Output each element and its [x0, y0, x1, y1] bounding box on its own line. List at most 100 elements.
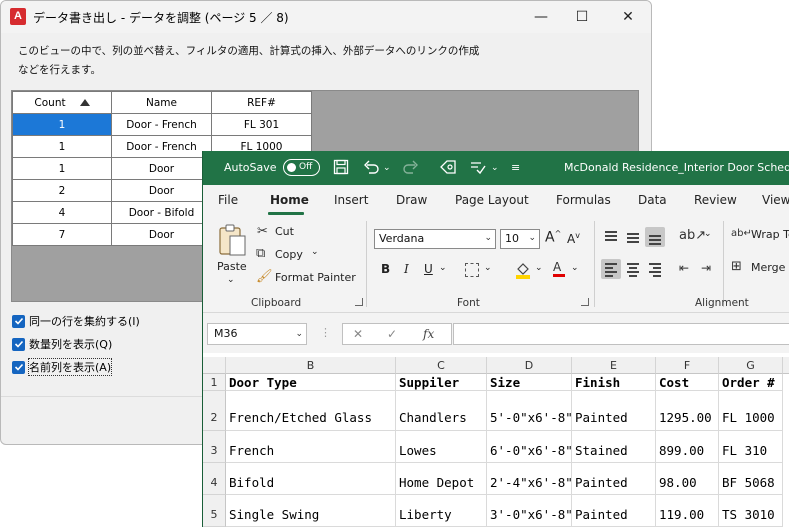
cell[interactable]: Suppiler [396, 374, 487, 391]
copy-button[interactable]: Copy [275, 248, 303, 261]
column-header[interactable]: F [656, 357, 719, 374]
wrap-text-icon[interactable]: ab↵ [731, 226, 752, 242]
merge-center-icon[interactable]: ⊞ [731, 259, 742, 275]
paste-button[interactable]: Paste [217, 260, 247, 273]
increase-indent-icon[interactable]: ⇥ [701, 260, 711, 276]
cell[interactable]: Order # [719, 374, 783, 391]
checkbox-checked-icon[interactable] [12, 360, 25, 374]
grid-cell[interactable]: Door - Bifold [111, 201, 212, 224]
grid-cell[interactable]: Door - French [111, 113, 212, 136]
touch-mode-icon[interactable] [439, 159, 457, 177]
fill-color-dropdown-icon[interactable]: ⌄ [535, 263, 543, 273]
tab-formulas[interactable]: Formulas [556, 193, 611, 207]
cut-icon[interactable]: ✂ [257, 224, 268, 240]
grid-cell[interactable]: 7 [12, 223, 112, 246]
insert-function-icon[interactable]: fx [423, 327, 434, 341]
checkbox-checked-icon[interactable] [12, 337, 25, 351]
cell[interactable]: Chandlers [396, 391, 487, 431]
cell[interactable]: Lowes [396, 431, 487, 463]
tab-draw[interactable]: Draw [396, 193, 427, 207]
grid-cell[interactable]: 1 [12, 135, 112, 158]
cell[interactable]: Cost [656, 374, 719, 391]
grid-cell[interactable]: Door [111, 157, 212, 180]
font-launcher-icon[interactable] [581, 298, 589, 306]
font-color-icon[interactable]: A [553, 260, 567, 278]
cell[interactable]: Size [487, 374, 572, 391]
cell[interactable]: TS 3010 [719, 495, 783, 527]
cut-button[interactable]: Cut [275, 225, 294, 238]
underline-dropdown-icon[interactable]: ⌄ [439, 263, 447, 273]
cell[interactable]: Bifold [226, 463, 396, 495]
wrap-text-button[interactable]: Wrap Te [751, 228, 789, 241]
column-header[interactable] [783, 357, 789, 374]
column-header[interactable]: B [226, 357, 396, 374]
borders-icon[interactable] [465, 263, 479, 277]
minimize-button[interactable]: — [526, 5, 556, 29]
show-count-column-checkbox[interactable]: 数量列を表示(Q) [12, 336, 112, 352]
column-header-name[interactable]: Name [111, 91, 212, 114]
cell[interactable]: 119.00 [656, 495, 719, 527]
tab-view[interactable]: View [762, 193, 789, 207]
dropdown-icon[interactable]: ⌄ [491, 159, 499, 177]
cell[interactable]: 6'-0"x6'-8" [487, 431, 572, 463]
undo-icon[interactable] [363, 159, 381, 177]
close-button[interactable]: ✕ [613, 5, 643, 29]
cell[interactable]: Finish [572, 374, 656, 391]
cancel-icon[interactable]: ✕ [353, 327, 363, 341]
tab-data[interactable]: Data [638, 193, 667, 207]
paste-icon[interactable] [217, 223, 247, 257]
cell[interactable]: Home Depot [396, 463, 487, 495]
cell[interactable]: Door Type [226, 374, 396, 391]
tab-file[interactable]: File [218, 193, 238, 207]
tab-review[interactable]: Review [694, 193, 737, 207]
cell[interactable]: French/Etched Glass [226, 391, 396, 431]
grid-cell[interactable]: Door [111, 223, 212, 246]
grid-row[interactable]: 1 Door - French FL 301 [12, 113, 312, 136]
cell[interactable]: 2'-4"x6'-8" [487, 463, 572, 495]
cell[interactable]: Painted [572, 495, 656, 527]
grid-cell[interactable]: 1 [12, 113, 112, 136]
cell[interactable]: Stained [572, 431, 656, 463]
cell[interactable]: Painted [572, 391, 656, 431]
column-header[interactable]: D [487, 357, 572, 374]
fill-color-icon[interactable] [515, 261, 531, 279]
cell[interactable]: 899.00 [656, 431, 719, 463]
grid-cell[interactable]: FL 301 [211, 113, 312, 136]
tab-page-layout[interactable]: Page Layout [455, 193, 529, 207]
row-header[interactable]: 5 [203, 495, 226, 527]
undo-dropdown-icon[interactable]: ⌄ [383, 159, 391, 177]
column-header-count[interactable]: Count [12, 91, 112, 114]
column-header[interactable]: E [572, 357, 656, 374]
orientation-dropdown-icon[interactable]: ⌄ [704, 229, 712, 239]
font-name-select[interactable]: Verdana ⌄ [374, 229, 496, 249]
select-all-corner[interactable] [203, 357, 226, 374]
save-icon[interactable] [333, 159, 349, 177]
bold-icon[interactable]: B [381, 262, 390, 276]
grid-cell[interactable]: 2 [12, 179, 112, 202]
increase-font-size-icon[interactable]: A^ [545, 229, 561, 246]
grid-cell[interactable]: Door - French [111, 135, 212, 158]
formula-input[interactable] [453, 323, 789, 345]
copy-icon[interactable]: ⧉ [256, 246, 265, 262]
combine-identical-rows-checkbox[interactable]: 同一の行を集約する(I) [12, 313, 140, 329]
column-header[interactable]: C [396, 357, 487, 374]
cell[interactable]: FL 310 [719, 431, 783, 463]
format-painter-button[interactable]: Format Painter [275, 271, 356, 284]
align-center-icon[interactable] [623, 259, 643, 279]
cell[interactable]: 3'-0"x6'-8" [487, 495, 572, 527]
borders-dropdown-icon[interactable]: ⌄ [484, 263, 492, 273]
cell[interactable]: FL 1000 [719, 391, 783, 431]
cell[interactable]: 5'-0"x6'-8" [487, 391, 572, 431]
font-size-select[interactable]: 10 ⌄ [500, 229, 540, 249]
cell[interactable]: Liberty [396, 495, 487, 527]
paste-dropdown-icon[interactable]: ⌄ [227, 275, 235, 285]
align-right-icon[interactable] [645, 259, 665, 279]
name-box[interactable]: M36 ⌄ [207, 323, 307, 345]
more-options-icon[interactable]: ⋮ [320, 326, 331, 339]
spelling-check-icon[interactable] [469, 159, 487, 177]
tab-home[interactable]: Home [270, 193, 309, 207]
customize-toolbar-icon[interactable]: ≡ [511, 159, 520, 177]
row-header[interactable]: 2 [203, 391, 226, 431]
decrease-font-size-icon[interactable]: Av [567, 231, 580, 246]
merge-center-button[interactable]: Merge & [751, 261, 789, 274]
